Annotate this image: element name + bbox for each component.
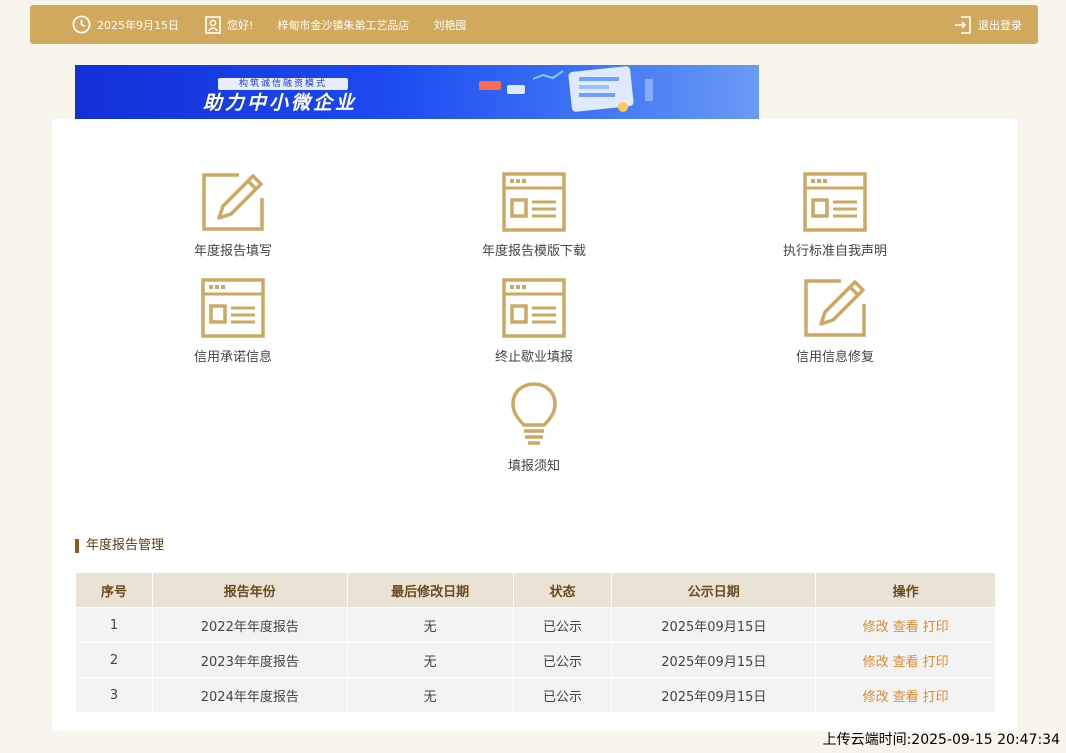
cell-actions: 修改 查看 打印 xyxy=(815,642,996,678)
edit-icon xyxy=(804,279,866,337)
upload-time: 上传云端时间:2025-09-15 20:47:34 xyxy=(822,732,1060,748)
promo-banner[interactable]: 构筑诚信融资模式 助力中小微企业 xyxy=(75,65,759,119)
table-row: 1 2022年年度报告 无 已公示 2025年09月15日 修改 查看 打印 xyxy=(75,607,996,643)
greeting: 您好! xyxy=(205,15,254,34)
cell-year: 2022年年度报告 xyxy=(151,607,348,643)
clock-icon xyxy=(72,15,91,34)
cell-status: 已公示 xyxy=(512,607,613,643)
document-icon xyxy=(502,172,566,232)
cell-pub-date: 2025年09月15日 xyxy=(611,677,817,713)
document-icon xyxy=(502,278,566,338)
user-name: 刘艳囤 xyxy=(433,18,467,32)
cell-status: 已公示 xyxy=(512,677,613,713)
user-card-icon xyxy=(205,15,221,34)
menu-label: 终止歇业填报 xyxy=(494,350,573,365)
print-link[interactable]: 打印 xyxy=(923,655,949,670)
cell-year: 2023年年度报告 xyxy=(151,642,348,678)
edit-icon xyxy=(202,173,264,231)
cell-pub-date: 2025年09月15日 xyxy=(611,607,817,643)
col-header-year: 报告年份 xyxy=(151,572,348,608)
menu-label: 填报须知 xyxy=(507,459,560,474)
cell-modified: 无 xyxy=(346,642,514,678)
print-link[interactable]: 打印 xyxy=(923,620,949,635)
menu-filing-notice[interactable]: 填报须知 xyxy=(434,381,634,474)
menu-label: 年度报告模版下载 xyxy=(481,244,586,259)
edit-link[interactable]: 修改 xyxy=(863,655,889,670)
menu-label: 执行标准自我声明 xyxy=(782,244,887,259)
top-bar: 2025年9月15日 您好! 梓甸市金沙镇朱弟工艺品店 刘艳囤 退出登录 xyxy=(30,5,1038,44)
annual-report-table: 序号 报告年份 最后修改日期 状态 公示日期 操作 1 2022年年度报告 无 … xyxy=(75,572,996,713)
lightbulb-icon xyxy=(511,382,557,445)
cell-year: 2024年年度报告 xyxy=(151,677,348,713)
col-header-pub-date: 公示日期 xyxy=(611,572,817,608)
logout-icon xyxy=(955,15,971,34)
view-link[interactable]: 查看 xyxy=(893,655,919,670)
menu-termination-report[interactable]: 终止歇业填报 xyxy=(434,278,634,365)
col-header-status: 状态 xyxy=(512,572,613,608)
cell-modified: 无 xyxy=(346,607,514,643)
menu-annual-report-fill[interactable]: 年度报告填写 xyxy=(133,172,333,259)
cell-pub-date: 2025年09月15日 xyxy=(611,642,817,678)
col-header-actions: 操作 xyxy=(815,572,996,608)
menu-label: 信用信息修复 xyxy=(795,350,874,365)
col-header-modified: 最后修改日期 xyxy=(346,572,514,608)
document-icon xyxy=(201,278,265,338)
edit-link[interactable]: 修改 xyxy=(863,620,889,635)
cell-no: 2 xyxy=(75,642,153,678)
col-header-no: 序号 xyxy=(75,572,153,608)
banner-title: 助力中小微企业 xyxy=(203,92,358,114)
cell-modified: 无 xyxy=(346,677,514,713)
company-name: 梓甸市金沙镇朱弟工艺品店 xyxy=(277,18,410,32)
edit-link[interactable]: 修改 xyxy=(863,690,889,705)
menu-credit-repair[interactable]: 信用信息修复 xyxy=(735,278,935,365)
menu-label: 信用承诺信息 xyxy=(193,350,272,365)
table-row: 2 2023年年度报告 无 已公示 2025年09月15日 修改 查看 打印 xyxy=(75,642,996,678)
cell-no: 3 xyxy=(75,677,153,713)
current-date: 2025年9月15日 xyxy=(97,18,179,32)
view-link[interactable]: 查看 xyxy=(893,620,919,635)
menu-standard-declaration[interactable]: 执行标准自我声明 xyxy=(735,172,935,259)
cell-actions: 修改 查看 打印 xyxy=(815,677,996,713)
menu-label: 年度报告填写 xyxy=(193,244,272,259)
date-display: 2025年9月15日 xyxy=(72,15,179,34)
greeting-text: 您好! xyxy=(227,18,254,32)
logout-button[interactable]: 退出登录 xyxy=(954,15,1022,34)
cell-no: 1 xyxy=(75,607,153,643)
cell-actions: 修改 查看 打印 xyxy=(815,607,996,643)
section-title: 年度报告管理 xyxy=(75,539,164,553)
cell-status: 已公示 xyxy=(512,642,613,678)
view-link[interactable]: 查看 xyxy=(893,690,919,705)
table-row: 3 2024年年度报告 无 已公示 2025年09月15日 修改 查看 打印 xyxy=(75,677,996,713)
logout-label: 退出登录 xyxy=(978,18,1022,32)
table-header-row: 序号 报告年份 最后修改日期 状态 公示日期 操作 xyxy=(75,572,996,608)
menu-template-download[interactable]: 年度报告模版下载 xyxy=(434,172,634,259)
print-link[interactable]: 打印 xyxy=(923,690,949,705)
document-icon xyxy=(803,172,867,232)
banner-illustration xyxy=(479,66,653,112)
menu-credit-commitment[interactable]: 信用承诺信息 xyxy=(133,278,333,365)
